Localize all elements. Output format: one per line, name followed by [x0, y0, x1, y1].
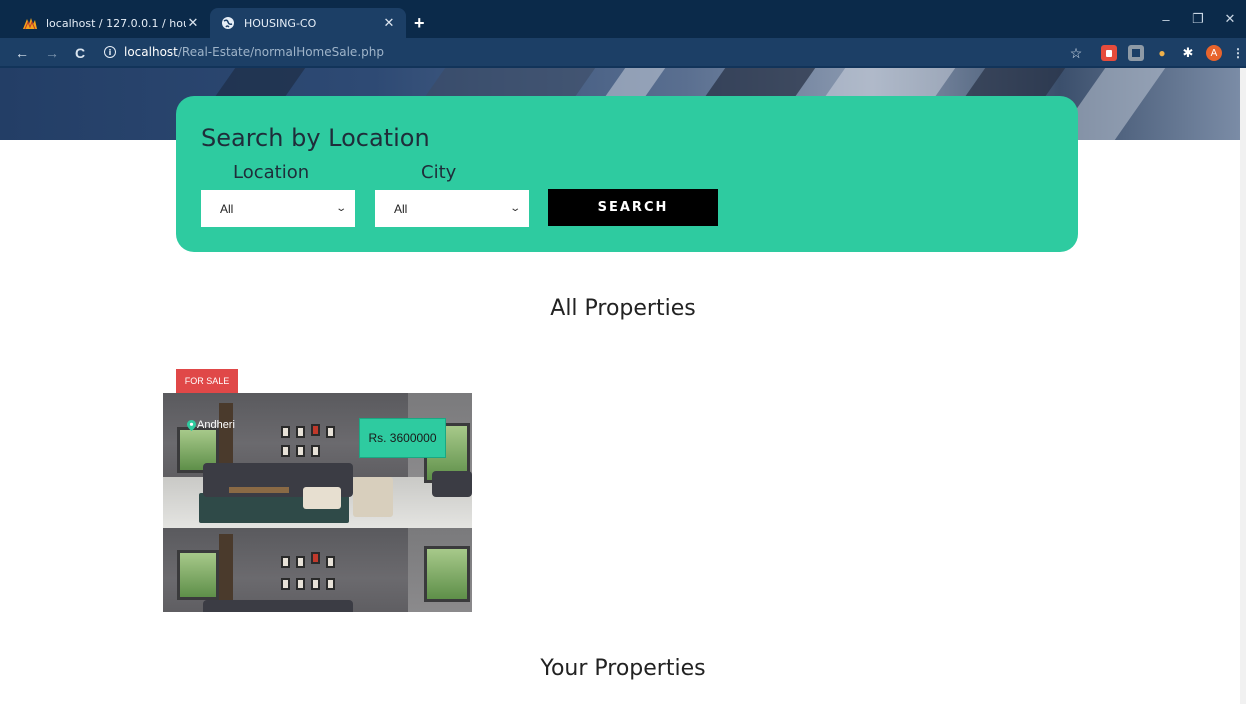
price-tag: Rs. 3600000 [359, 418, 446, 458]
city-select-value: All [394, 201, 408, 216]
shield-ext-icon[interactable] [1101, 45, 1117, 61]
room-photo-tile [163, 393, 408, 528]
close-window-icon[interactable]: ✕ [1214, 0, 1246, 38]
menu-kebab-icon[interactable]: ⋮ [1230, 45, 1246, 61]
tab-label: localhost / 127.0.0.1 / housing-co [46, 16, 186, 30]
new-tab-button[interactable]: + [414, 13, 425, 34]
tab-phpmyadmin[interactable]: localhost / 127.0.0.1 / housing-co ✕ [12, 8, 210, 38]
tab-housing-co[interactable]: HOUSING-CO ✕ [210, 8, 406, 38]
close-tab-icon[interactable]: ✕ [186, 16, 200, 31]
location-select[interactable]: All ⌄ [201, 190, 355, 227]
all-properties-heading: All Properties [550, 296, 696, 321]
search-panel: Search by Location Location City All ⌄ A… [176, 96, 1078, 252]
location-select-value: All [220, 201, 234, 216]
cookie-ext-icon[interactable]: ● [1154, 45, 1170, 61]
chevron-down-icon: ⌄ [508, 203, 521, 214]
url-host: localhost [124, 45, 178, 59]
page-scrollbar[interactable] [1240, 68, 1246, 704]
puzzle-grid-ext-icon[interactable] [1128, 45, 1144, 61]
star-icon[interactable]: ☆ [1068, 45, 1084, 61]
globe-icon [220, 15, 236, 31]
url-path: /Real-Estate/normalHomeSale.php [177, 45, 384, 59]
city-select[interactable]: All ⌄ [375, 190, 529, 227]
for-sale-badge: FOR SALE [176, 369, 238, 393]
room-photo-tile [408, 393, 472, 528]
city-label: City [421, 162, 457, 183]
address-bar[interactable]: i localhost/Real-Estate/normalHomeSale.p… [104, 45, 384, 59]
location-label: Location [233, 162, 310, 183]
search-button[interactable]: SEARCH [548, 189, 718, 226]
forward-icon[interactable]: → [42, 43, 62, 63]
phpmyadmin-icon [22, 15, 38, 31]
maximize-icon[interactable]: ❐ [1182, 0, 1214, 38]
window-controls: – ❐ ✕ [1150, 0, 1246, 38]
your-properties-heading: Your Properties [540, 656, 706, 681]
reload-icon[interactable]: C [70, 43, 90, 63]
browser-tab-bar: localhost / 127.0.0.1 / housing-co ✕ HOU… [0, 0, 1246, 38]
browser-toolbar: ← → C i localhost/Real-Estate/normalHome… [0, 38, 1246, 68]
info-icon[interactable]: i [104, 46, 116, 58]
room-photo-tile [163, 528, 408, 612]
minimize-icon[interactable]: – [1150, 0, 1182, 38]
search-title: Search by Location [201, 124, 430, 152]
chevron-down-icon: ⌄ [334, 203, 347, 214]
room-photo-tile [408, 528, 472, 612]
close-tab-icon[interactable]: ✕ [382, 16, 396, 31]
map-pin-icon [187, 420, 196, 431]
back-icon[interactable]: ← [12, 43, 32, 63]
property-location: Andheri [197, 419, 235, 431]
tab-label: HOUSING-CO [244, 16, 317, 30]
profile-avatar[interactable]: A [1206, 45, 1222, 61]
puzzle-icon[interactable]: ✱ [1180, 45, 1196, 61]
